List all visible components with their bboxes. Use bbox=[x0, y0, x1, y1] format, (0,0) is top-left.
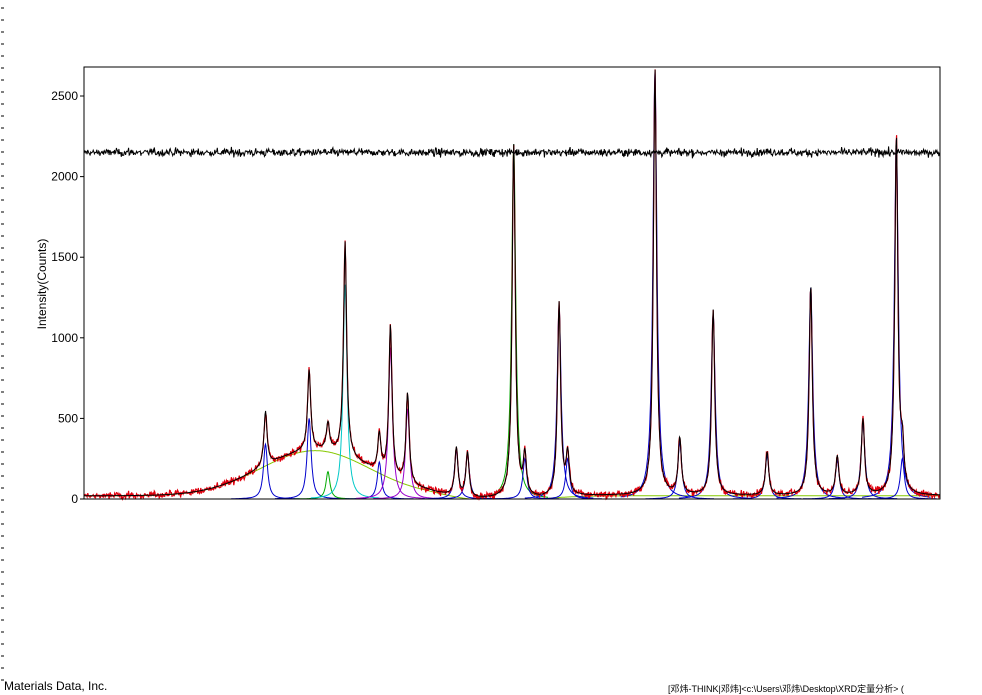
component-peak bbox=[231, 442, 300, 500]
component-peak bbox=[828, 423, 898, 500]
y-axis-title: Intensity(Counts) bbox=[35, 239, 49, 330]
component-peak bbox=[776, 287, 846, 499]
calculated-pattern bbox=[84, 69, 940, 497]
component-peak bbox=[524, 305, 594, 499]
component-peak bbox=[862, 139, 931, 498]
component-peak bbox=[678, 313, 748, 499]
component-peak bbox=[479, 144, 549, 498]
background-curve bbox=[84, 450, 940, 500]
y-tick-label: 1500 bbox=[51, 250, 78, 264]
footer-path-label: [邓炜-THINK|邓炜]<c:\Users\邓炜\Desktop\XRD定量分… bbox=[668, 684, 904, 694]
y-tick-label: 2500 bbox=[51, 89, 78, 103]
xrd-chart: 0 500 1000 1500 2000 2500 Intensity(Counts) bbox=[1, 7, 941, 681]
y-tick-label: 0 bbox=[71, 492, 78, 506]
component-peak bbox=[274, 418, 344, 500]
component-peak bbox=[310, 284, 380, 499]
component-peak bbox=[356, 347, 425, 499]
y-axis: 0 500 1000 1500 2000 2500 bbox=[1, 7, 84, 681]
y-tick-label: 1000 bbox=[51, 331, 78, 345]
residual-curve bbox=[83, 145, 941, 159]
y-tick-label: 500 bbox=[58, 411, 78, 425]
y-tick-label: 2000 bbox=[51, 170, 78, 184]
component-peak bbox=[620, 71, 690, 498]
footer-company-label: Materials Data, Inc. bbox=[4, 679, 108, 693]
plot-curves bbox=[83, 69, 941, 502]
component-peak bbox=[803, 458, 872, 500]
